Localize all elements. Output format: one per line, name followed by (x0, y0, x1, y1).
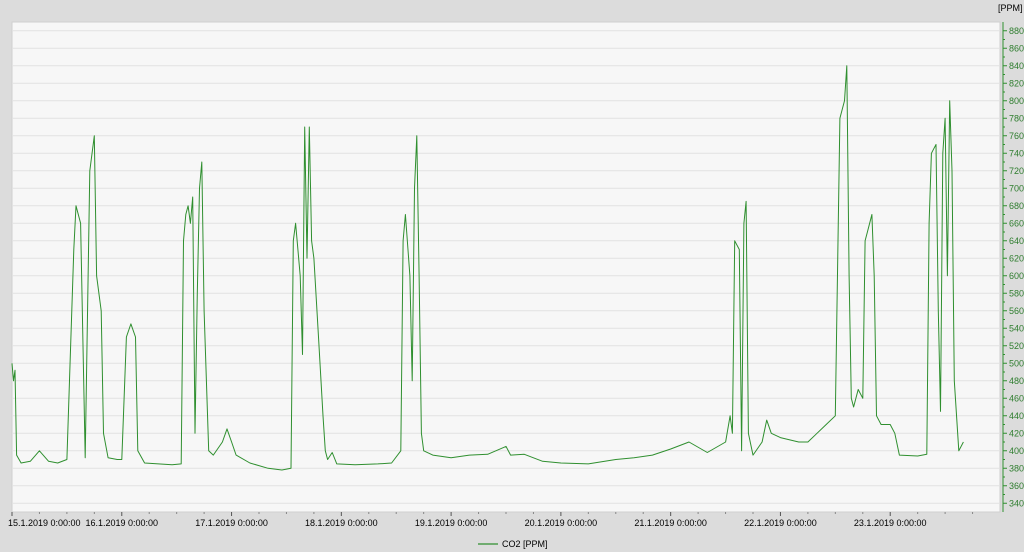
y-tick-label: 720 (1009, 166, 1024, 176)
x-tick-label: 21.1.2019 0:00:00 (634, 518, 707, 528)
y-tick-label: 340 (1009, 498, 1024, 508)
y-tick-label: 380 (1009, 463, 1024, 473)
y-tick-label: 780 (1009, 113, 1024, 123)
x-tick-label: 19.1.2019 0:00:00 (415, 518, 488, 528)
y-tick-label: 440 (1009, 411, 1024, 421)
y-tick-label: 400 (1009, 446, 1024, 456)
x-axis: 15.1.2019 0:00:00 16.1.2019 0:00:00 17.1.2… (8, 512, 974, 528)
y-tick-label: 820 (1009, 78, 1024, 88)
y-tick-label: 480 (1009, 376, 1024, 386)
y-tick-label: 880 (1009, 26, 1024, 36)
x-tick-label: 23.1.2019 0:00:00 (854, 518, 927, 528)
x-tick-label: 18.1.2019 0:00:00 (305, 518, 378, 528)
y-tick-label: 540 (1009, 323, 1024, 333)
y-tick-label: 860 (1009, 43, 1024, 53)
x-tick-label: 16.1.2019 0:00:00 (85, 518, 158, 528)
legend: CO2 [PPM] (478, 539, 548, 549)
y-tick-label: 640 (1009, 236, 1024, 246)
y-tick-label: 500 (1009, 358, 1024, 368)
y-tick-label: 600 (1009, 271, 1024, 281)
y-tick-label: 360 (1009, 481, 1024, 491)
y-tick-label: 760 (1009, 131, 1024, 141)
co2-line-chart: 340 360 380 400 420 440 460 480 500 520 540 560 580 6… (8, 3, 1024, 549)
x-tick-label: 22.1.2019 0:00:00 (744, 518, 817, 528)
y-tick-label: 840 (1009, 61, 1024, 71)
y-tick-label: 460 (1009, 393, 1024, 403)
y-axis-unit-label: [PPM] (998, 3, 1023, 13)
y-tick-label: 520 (1009, 341, 1024, 351)
y-tick-label: 800 (1009, 96, 1024, 106)
y-axis: 340 360 380 400 420 440 460 480 500 520 540 560 580 6… (1002, 22, 1024, 512)
x-tick-label: 20.1.2019 0:00:00 (525, 518, 598, 528)
x-tick-label: 15.1.2019 0:00:00 (8, 518, 81, 528)
y-tick-label: 580 (1009, 288, 1024, 298)
y-tick-label: 420 (1009, 428, 1024, 438)
y-tick-label: 680 (1009, 201, 1024, 211)
plot-area (11, 21, 1001, 513)
y-tick-label: 620 (1009, 253, 1024, 263)
y-tick-label: 700 (1009, 183, 1024, 193)
y-tick-label: 560 (1009, 306, 1024, 316)
legend-label-co2: CO2 [PPM] (502, 539, 548, 549)
y-tick-label: 660 (1009, 218, 1024, 228)
y-tick-label: 740 (1009, 148, 1024, 158)
x-tick-label: 17.1.2019 0:00:00 (195, 518, 268, 528)
